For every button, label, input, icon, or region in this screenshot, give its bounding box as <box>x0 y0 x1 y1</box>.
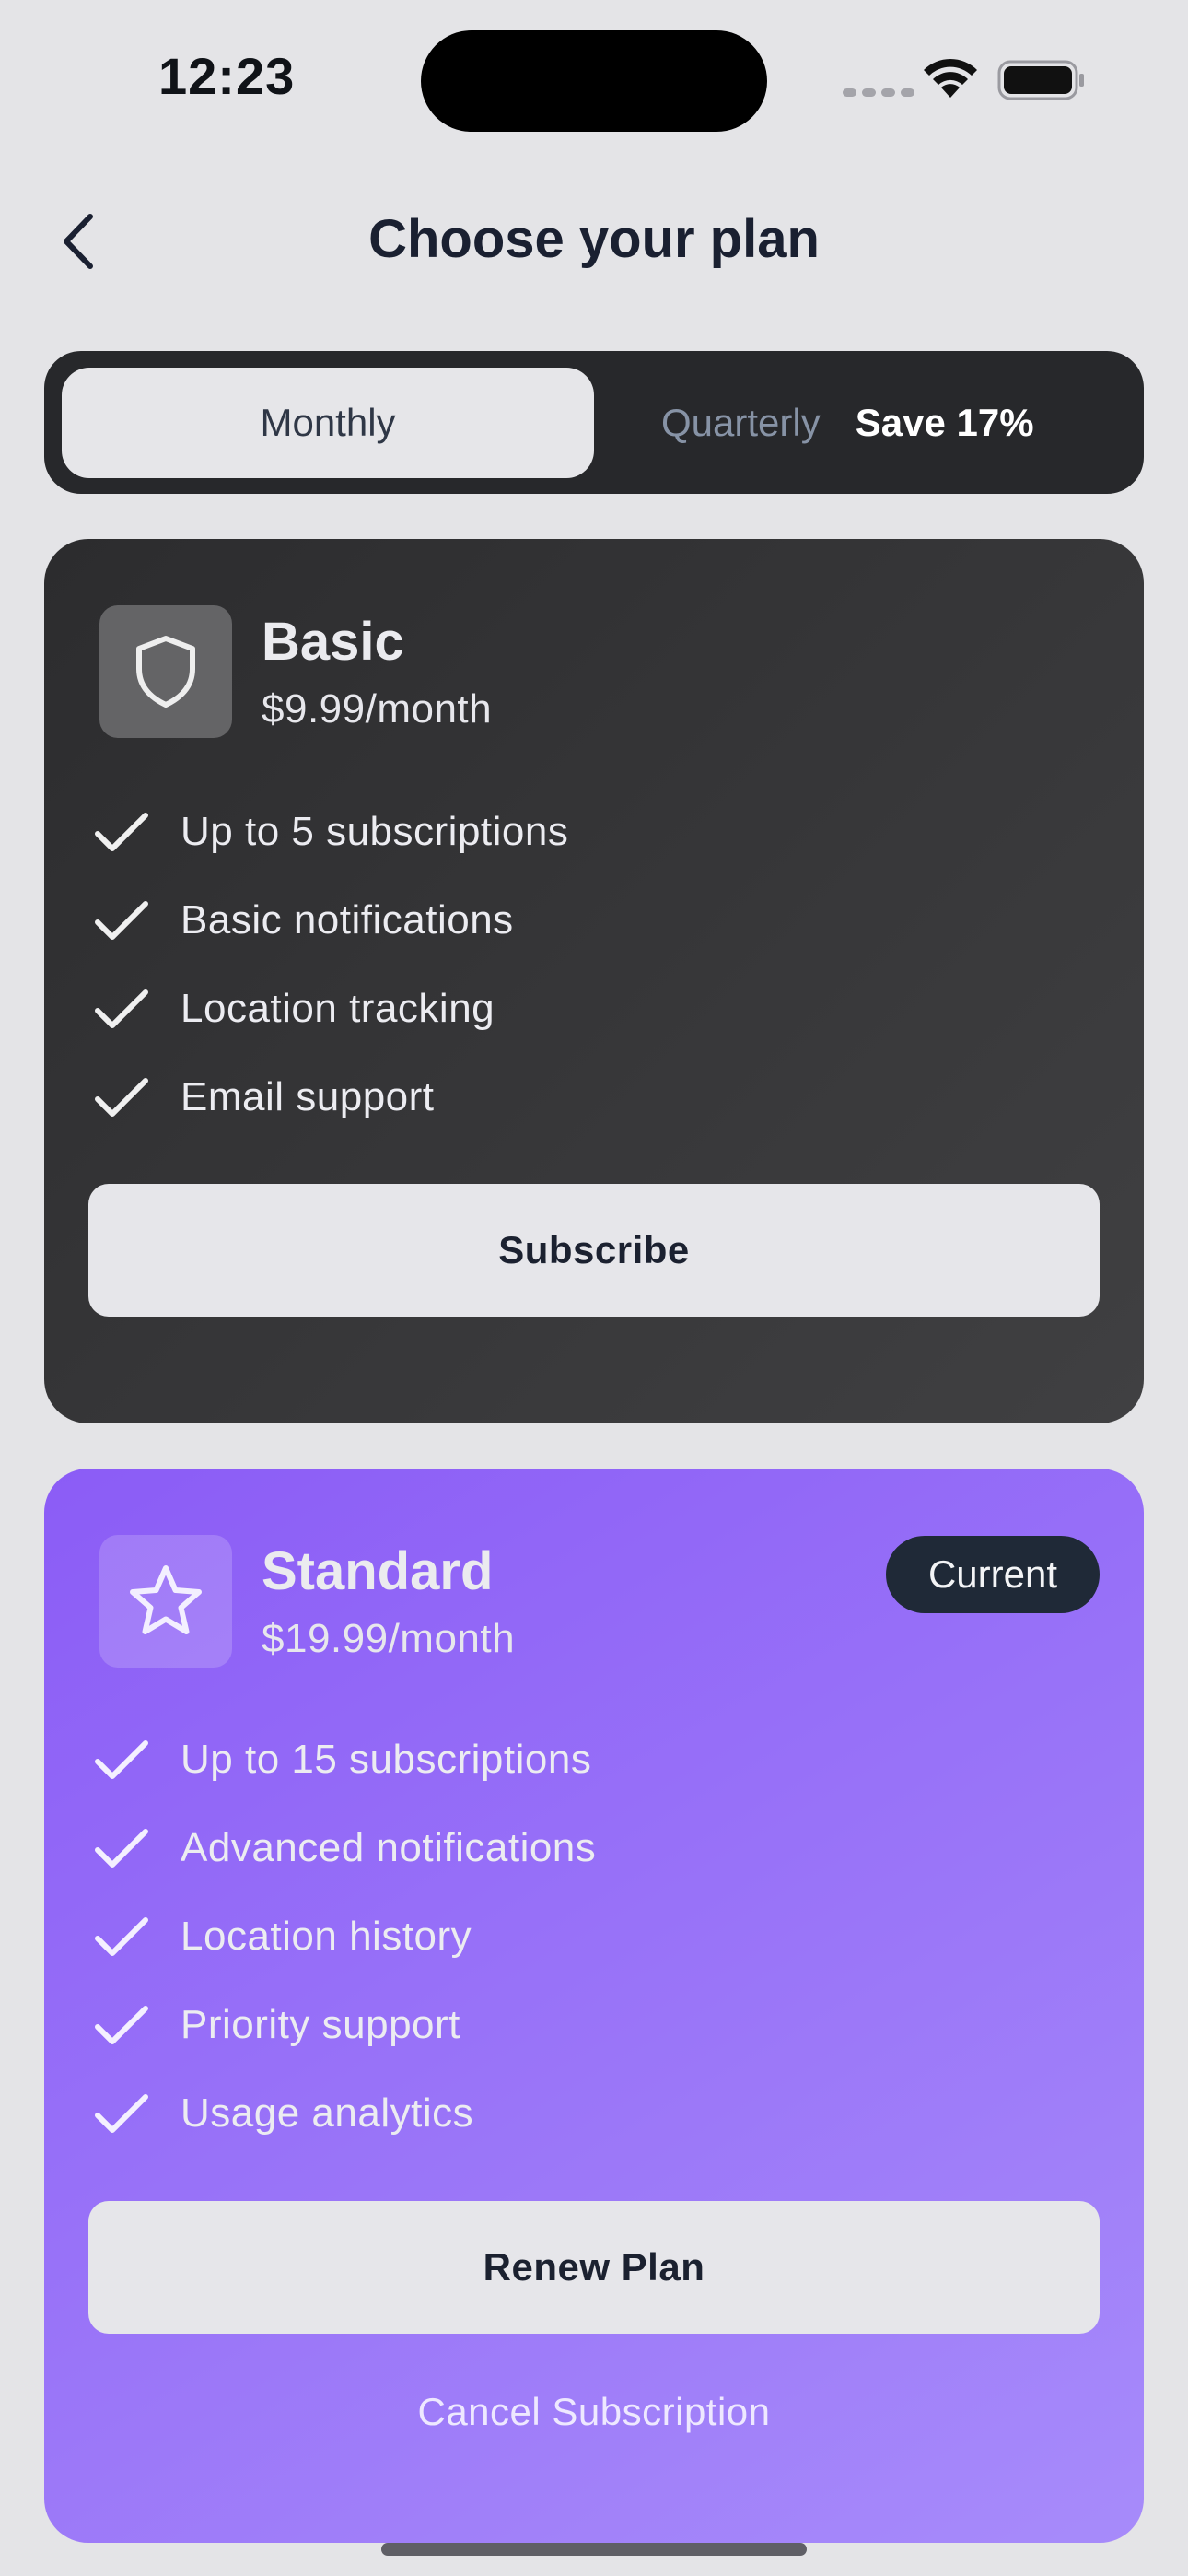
check-icon <box>95 2006 148 2044</box>
plan-icon-container <box>99 605 232 738</box>
plan-price: $9.99/month <box>262 686 493 732</box>
star-icon <box>130 1565 202 1634</box>
feature-text: Email support <box>181 1074 435 1119</box>
savings-label: Save 17% <box>855 401 1034 444</box>
tab-monthly[interactable]: Monthly <box>62 368 594 478</box>
check-icon <box>95 813 148 851</box>
feature-text: Up to 5 subscriptions <box>181 809 569 854</box>
page-title: Choose your plan <box>368 209 820 269</box>
feature-text: Advanced notifications <box>181 1825 597 1870</box>
renew-plan-button[interactable]: Renew Plan <box>88 2201 1100 2334</box>
feature-text: Location history <box>181 1914 472 1959</box>
plan-icon-container <box>99 1535 232 1668</box>
plan-card-standard: Standard $19.99/month Current Up to 15 s… <box>44 1469 1144 2543</box>
plan-card-basic: Basic $9.99/month Up to 5 subscriptions … <box>44 539 1144 1423</box>
shield-icon <box>136 636 195 708</box>
feature-item: Advanced notifications <box>92 1804 596 1892</box>
feature-list: Up to 15 subscriptions Advanced notifica… <box>92 1715 596 2158</box>
wifi-icon <box>924 58 977 98</box>
battery-icon <box>997 60 1084 100</box>
feature-item: Usage analytics <box>92 2069 596 2158</box>
feature-item: Location tracking <box>92 965 568 1053</box>
home-indicator[interactable] <box>381 2543 807 2556</box>
dynamic-island <box>421 30 767 132</box>
check-icon <box>95 989 148 1028</box>
check-icon <box>95 2094 148 2133</box>
check-icon <box>95 1829 148 1868</box>
subscribe-button[interactable]: Subscribe <box>88 1184 1100 1317</box>
feature-item: Location history <box>92 1892 596 1981</box>
feature-list: Up to 5 subscriptions Basic notification… <box>92 788 568 1142</box>
check-icon <box>95 901 148 940</box>
current-plan-badge: Current <box>886 1536 1100 1613</box>
tab-quarterly-label: Quarterly <box>661 401 821 444</box>
feature-item: Priority support <box>92 1981 596 2069</box>
feature-item: Up to 5 subscriptions <box>92 788 568 876</box>
feature-text: Usage analytics <box>181 2090 474 2136</box>
feature-text: Basic notifications <box>181 897 514 943</box>
billing-period-toggle: Monthly Quarterly Save 17% <box>44 351 1144 494</box>
feature-item: Basic notifications <box>92 876 568 965</box>
status-time: 12:23 <box>158 47 296 105</box>
feature-text: Up to 15 subscriptions <box>181 1737 592 1782</box>
cellular-signal-icon <box>843 88 914 97</box>
feature-item: Email support <box>92 1053 568 1142</box>
plan-price: $19.99/month <box>262 1616 516 1661</box>
tab-quarterly[interactable]: Quarterly Save 17% <box>661 368 1034 478</box>
plan-name: Standard <box>262 1541 494 1601</box>
plan-name: Basic <box>262 612 404 672</box>
check-icon <box>95 1740 148 1779</box>
check-icon <box>95 1078 148 1117</box>
cancel-subscription-link[interactable]: Cancel Subscription <box>44 2390 1144 2434</box>
feature-text: Location tracking <box>181 986 495 1031</box>
check-icon <box>95 1917 148 1956</box>
feature-item: Up to 15 subscriptions <box>92 1715 596 1804</box>
feature-text: Priority support <box>181 2002 460 2047</box>
